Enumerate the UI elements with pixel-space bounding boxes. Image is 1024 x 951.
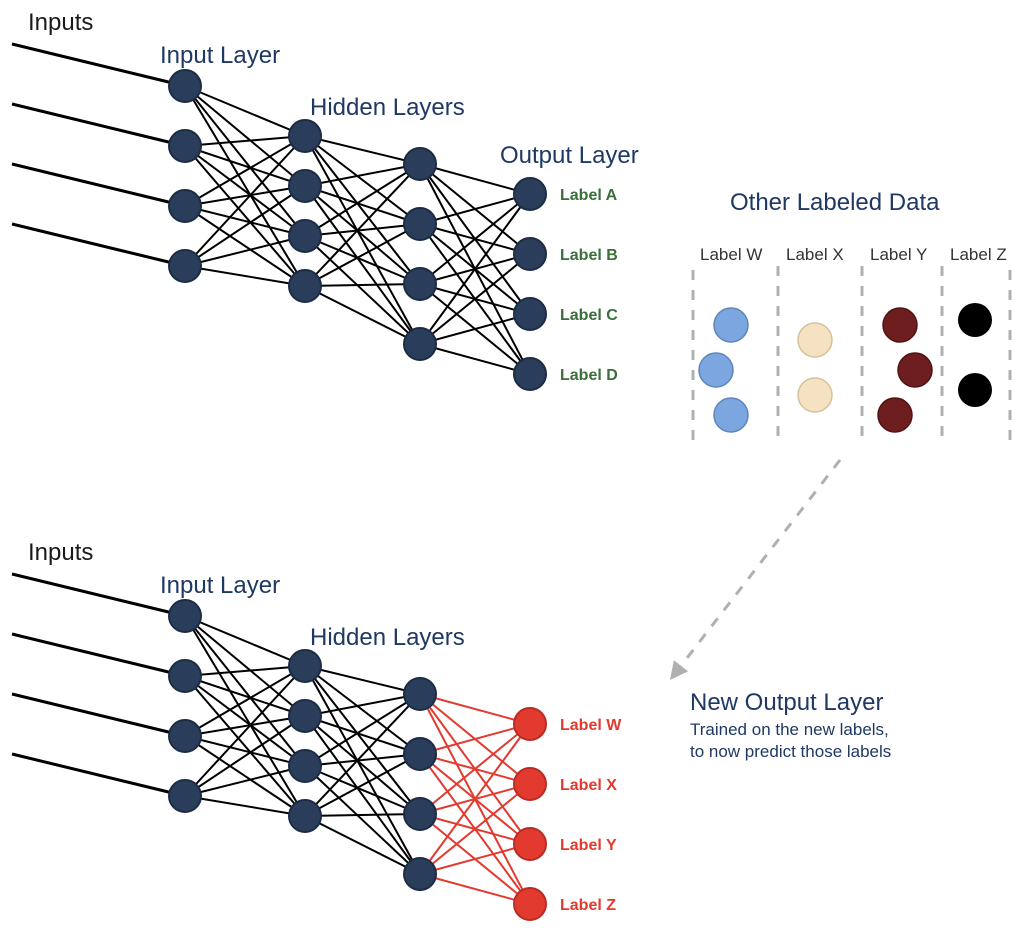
bottom-network: Inputs Input Layer Hidden Layers <box>12 539 891 920</box>
col-label-x: Label X <box>786 245 844 264</box>
output-label-c: Label C <box>560 307 618 324</box>
input-layer-title: Input Layer <box>160 42 280 69</box>
col-label-z: Label Z <box>950 245 1007 264</box>
new-output-label-w: Label W <box>560 717 622 734</box>
new-output-label-z: Label Z <box>560 897 616 914</box>
top-network: Inputs Input Layer Hidden Layers Output … <box>12 9 639 390</box>
new-output-sub1: Trained on the new labels, <box>690 720 889 739</box>
col-label-w: Label W <box>700 245 762 264</box>
output-label-a: Label A <box>560 187 618 204</box>
new-output-label-y: Label Y <box>560 837 617 854</box>
new-output-sub2: to now predict those labels <box>690 742 891 761</box>
output-label-d: Label D <box>560 367 618 384</box>
other-data-title: Other Labeled Data <box>730 189 940 216</box>
inputs-title-2: Inputs <box>28 539 93 566</box>
hidden-layers-title-2: Hidden Layers <box>310 624 465 651</box>
col-label-y: Label Y <box>870 245 927 264</box>
inputs-title: Inputs <box>28 9 93 36</box>
transfer-arrow <box>670 460 840 680</box>
hidden-layers-title: Hidden Layers <box>310 94 465 121</box>
new-output-title: New Output Layer <box>690 689 883 716</box>
new-output-label-x: Label X <box>560 777 617 794</box>
data-dots <box>699 303 992 432</box>
edges-l2 <box>305 136 420 344</box>
layer-input <box>169 70 201 282</box>
other-labeled-data: Other Labeled Data Label W Label X Label… <box>693 189 1010 440</box>
output-label-b: Label B <box>560 247 618 264</box>
input-lines <box>12 44 185 266</box>
input-layer-title-2: Input Layer <box>160 572 280 599</box>
edges-l1 <box>185 86 305 286</box>
layer-hidden1 <box>289 120 321 302</box>
output-layer-title: Output Layer <box>500 142 639 169</box>
